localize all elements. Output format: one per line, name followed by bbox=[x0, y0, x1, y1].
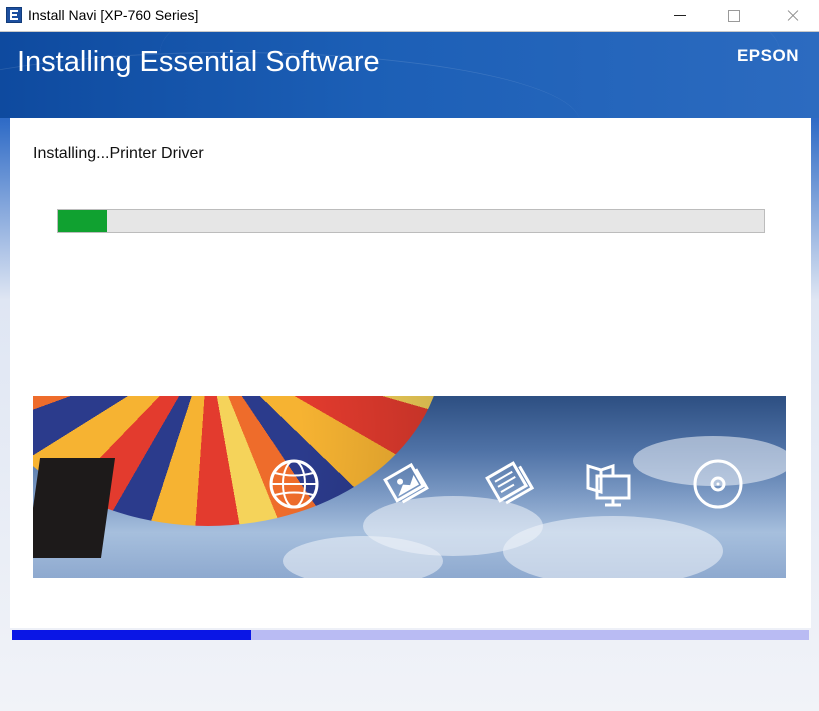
product-banner-image bbox=[33, 396, 786, 578]
step-progress-bar bbox=[12, 630, 809, 640]
epson-app-icon bbox=[6, 7, 22, 23]
install-progress-bar bbox=[57, 209, 765, 233]
minimize-button[interactable] bbox=[657, 0, 703, 31]
document-scan-icon bbox=[483, 458, 535, 510]
photo-print-icon bbox=[380, 458, 432, 510]
epson-logo: EPSON bbox=[736, 46, 799, 65]
cloud bbox=[283, 536, 443, 578]
step-progress-fill bbox=[12, 630, 252, 640]
close-button[interactable] bbox=[770, 0, 816, 31]
page-title: Installing Essential Software bbox=[17, 46, 380, 78]
install-status-text: Installing...Printer Driver bbox=[33, 145, 204, 162]
maximize-button[interactable] bbox=[711, 0, 757, 31]
balloon-basket bbox=[33, 458, 116, 558]
manual-screen-icon bbox=[583, 458, 635, 510]
cloud bbox=[503, 516, 723, 578]
content-panel: Installing...Printer Driver bbox=[10, 118, 811, 628]
globe-icon bbox=[268, 458, 320, 510]
header-banner: Installing Essential Software EPSON bbox=[0, 32, 819, 118]
install-progress-fill bbox=[58, 210, 108, 232]
installer-window: Install Navi [XP-760 Series] Installing … bbox=[0, 0, 819, 711]
window-title: Install Navi [XP-760 Series] bbox=[28, 7, 199, 23]
title-bar: Install Navi [XP-760 Series] bbox=[0, 0, 819, 32]
disc-icon bbox=[692, 458, 744, 510]
